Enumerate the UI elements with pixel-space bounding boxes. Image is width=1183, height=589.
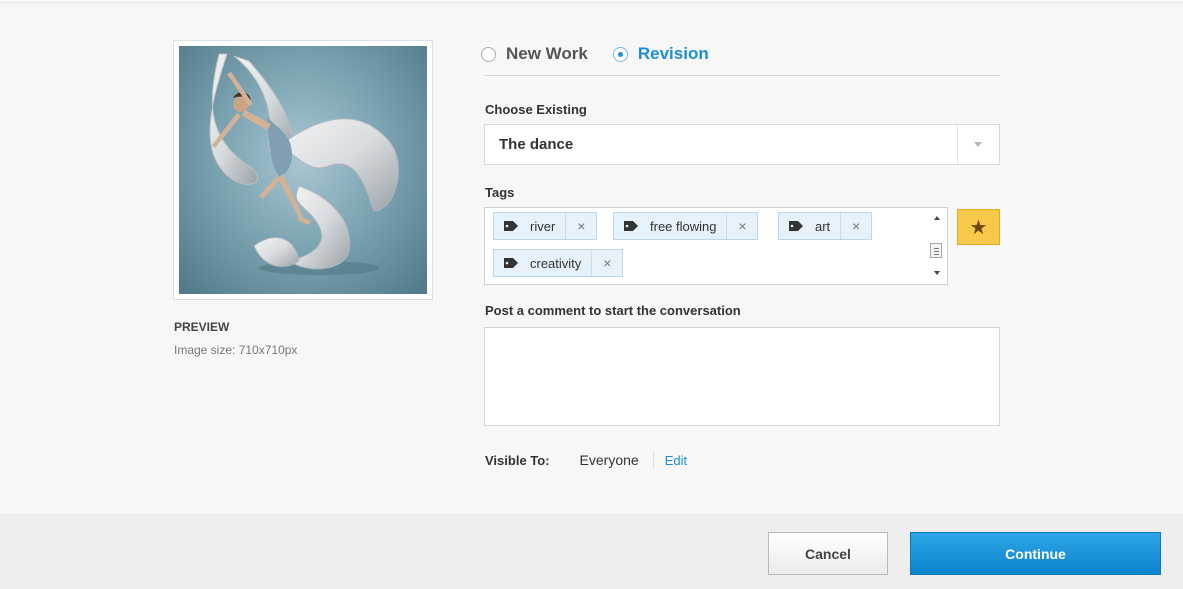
cancel-button[interactable]: Cancel bbox=[768, 532, 888, 575]
star-icon[interactable]: ★ bbox=[970, 215, 988, 240]
dropdown-arrow-icon[interactable] bbox=[974, 142, 982, 147]
tag-icon bbox=[504, 221, 518, 231]
tag-icon bbox=[504, 258, 518, 268]
tag-free-flowing: free flowing × bbox=[613, 212, 759, 240]
choose-existing-select[interactable]: The dance bbox=[484, 124, 1000, 165]
revision-radio[interactable]: Revision bbox=[612, 44, 709, 64]
remove-icon[interactable]: × bbox=[565, 213, 596, 239]
section-divider bbox=[484, 75, 1000, 76]
tag-creativity: creativity × bbox=[493, 249, 624, 277]
scroll-thumb[interactable] bbox=[930, 243, 942, 258]
preview-label: PREVIEW bbox=[174, 320, 230, 334]
select-toggle[interactable] bbox=[957, 125, 999, 164]
image-size-text: Image size: 710x710px bbox=[174, 343, 298, 357]
tags-scrollbar[interactable] bbox=[929, 209, 946, 283]
tag-label: river bbox=[530, 218, 556, 234]
new-work-radio[interactable]: New Work bbox=[481, 44, 588, 64]
radio-checked-icon[interactable] bbox=[612, 46, 628, 62]
dancer-illustration bbox=[209, 53, 399, 275]
visible-to-label: Visible To: bbox=[485, 452, 550, 468]
mode-radio-group: New Work Revision bbox=[481, 40, 709, 68]
remove-icon[interactable]: × bbox=[591, 250, 622, 276]
tag-art: art × bbox=[778, 212, 873, 240]
preview-frame bbox=[173, 40, 433, 300]
scroll-up-icon[interactable] bbox=[934, 216, 940, 220]
remove-icon[interactable]: × bbox=[726, 213, 757, 239]
tags-label: Tags bbox=[485, 185, 515, 200]
scroll-down-icon[interactable] bbox=[934, 271, 940, 275]
visibility-value: Everyone bbox=[579, 452, 639, 468]
comment-textarea[interactable] bbox=[484, 327, 1000, 426]
visibility-separator bbox=[652, 451, 654, 469]
favorite-tag-button[interactable]: ★ bbox=[957, 209, 1000, 245]
preview-image bbox=[179, 46, 427, 294]
tag-icon bbox=[624, 221, 638, 231]
radio-unchecked-icon[interactable] bbox=[481, 46, 496, 62]
edit-visibility-link[interactable]: Edit bbox=[665, 453, 687, 468]
tags-input[interactable]: river × free flowing × art × creativity … bbox=[484, 207, 948, 285]
tag-label: free flowing bbox=[650, 218, 717, 234]
revision-label[interactable]: Revision bbox=[638, 44, 709, 64]
tag-label: art bbox=[815, 218, 831, 234]
tag-label: creativity bbox=[530, 255, 582, 271]
continue-button[interactable]: Continue bbox=[910, 532, 1161, 575]
choose-existing-label: Choose Existing bbox=[485, 102, 587, 117]
remove-icon[interactable]: × bbox=[840, 213, 871, 239]
comment-label: Post a comment to start the conversation bbox=[485, 303, 741, 318]
selected-work-value[interactable]: The dance bbox=[499, 136, 573, 153]
tag-river: river × bbox=[493, 212, 598, 240]
new-work-label[interactable]: New Work bbox=[506, 44, 588, 64]
tag-icon bbox=[789, 221, 803, 231]
top-divider bbox=[0, 2, 1183, 3]
visibility-row: Visible To: Everyone Edit bbox=[485, 451, 687, 469]
